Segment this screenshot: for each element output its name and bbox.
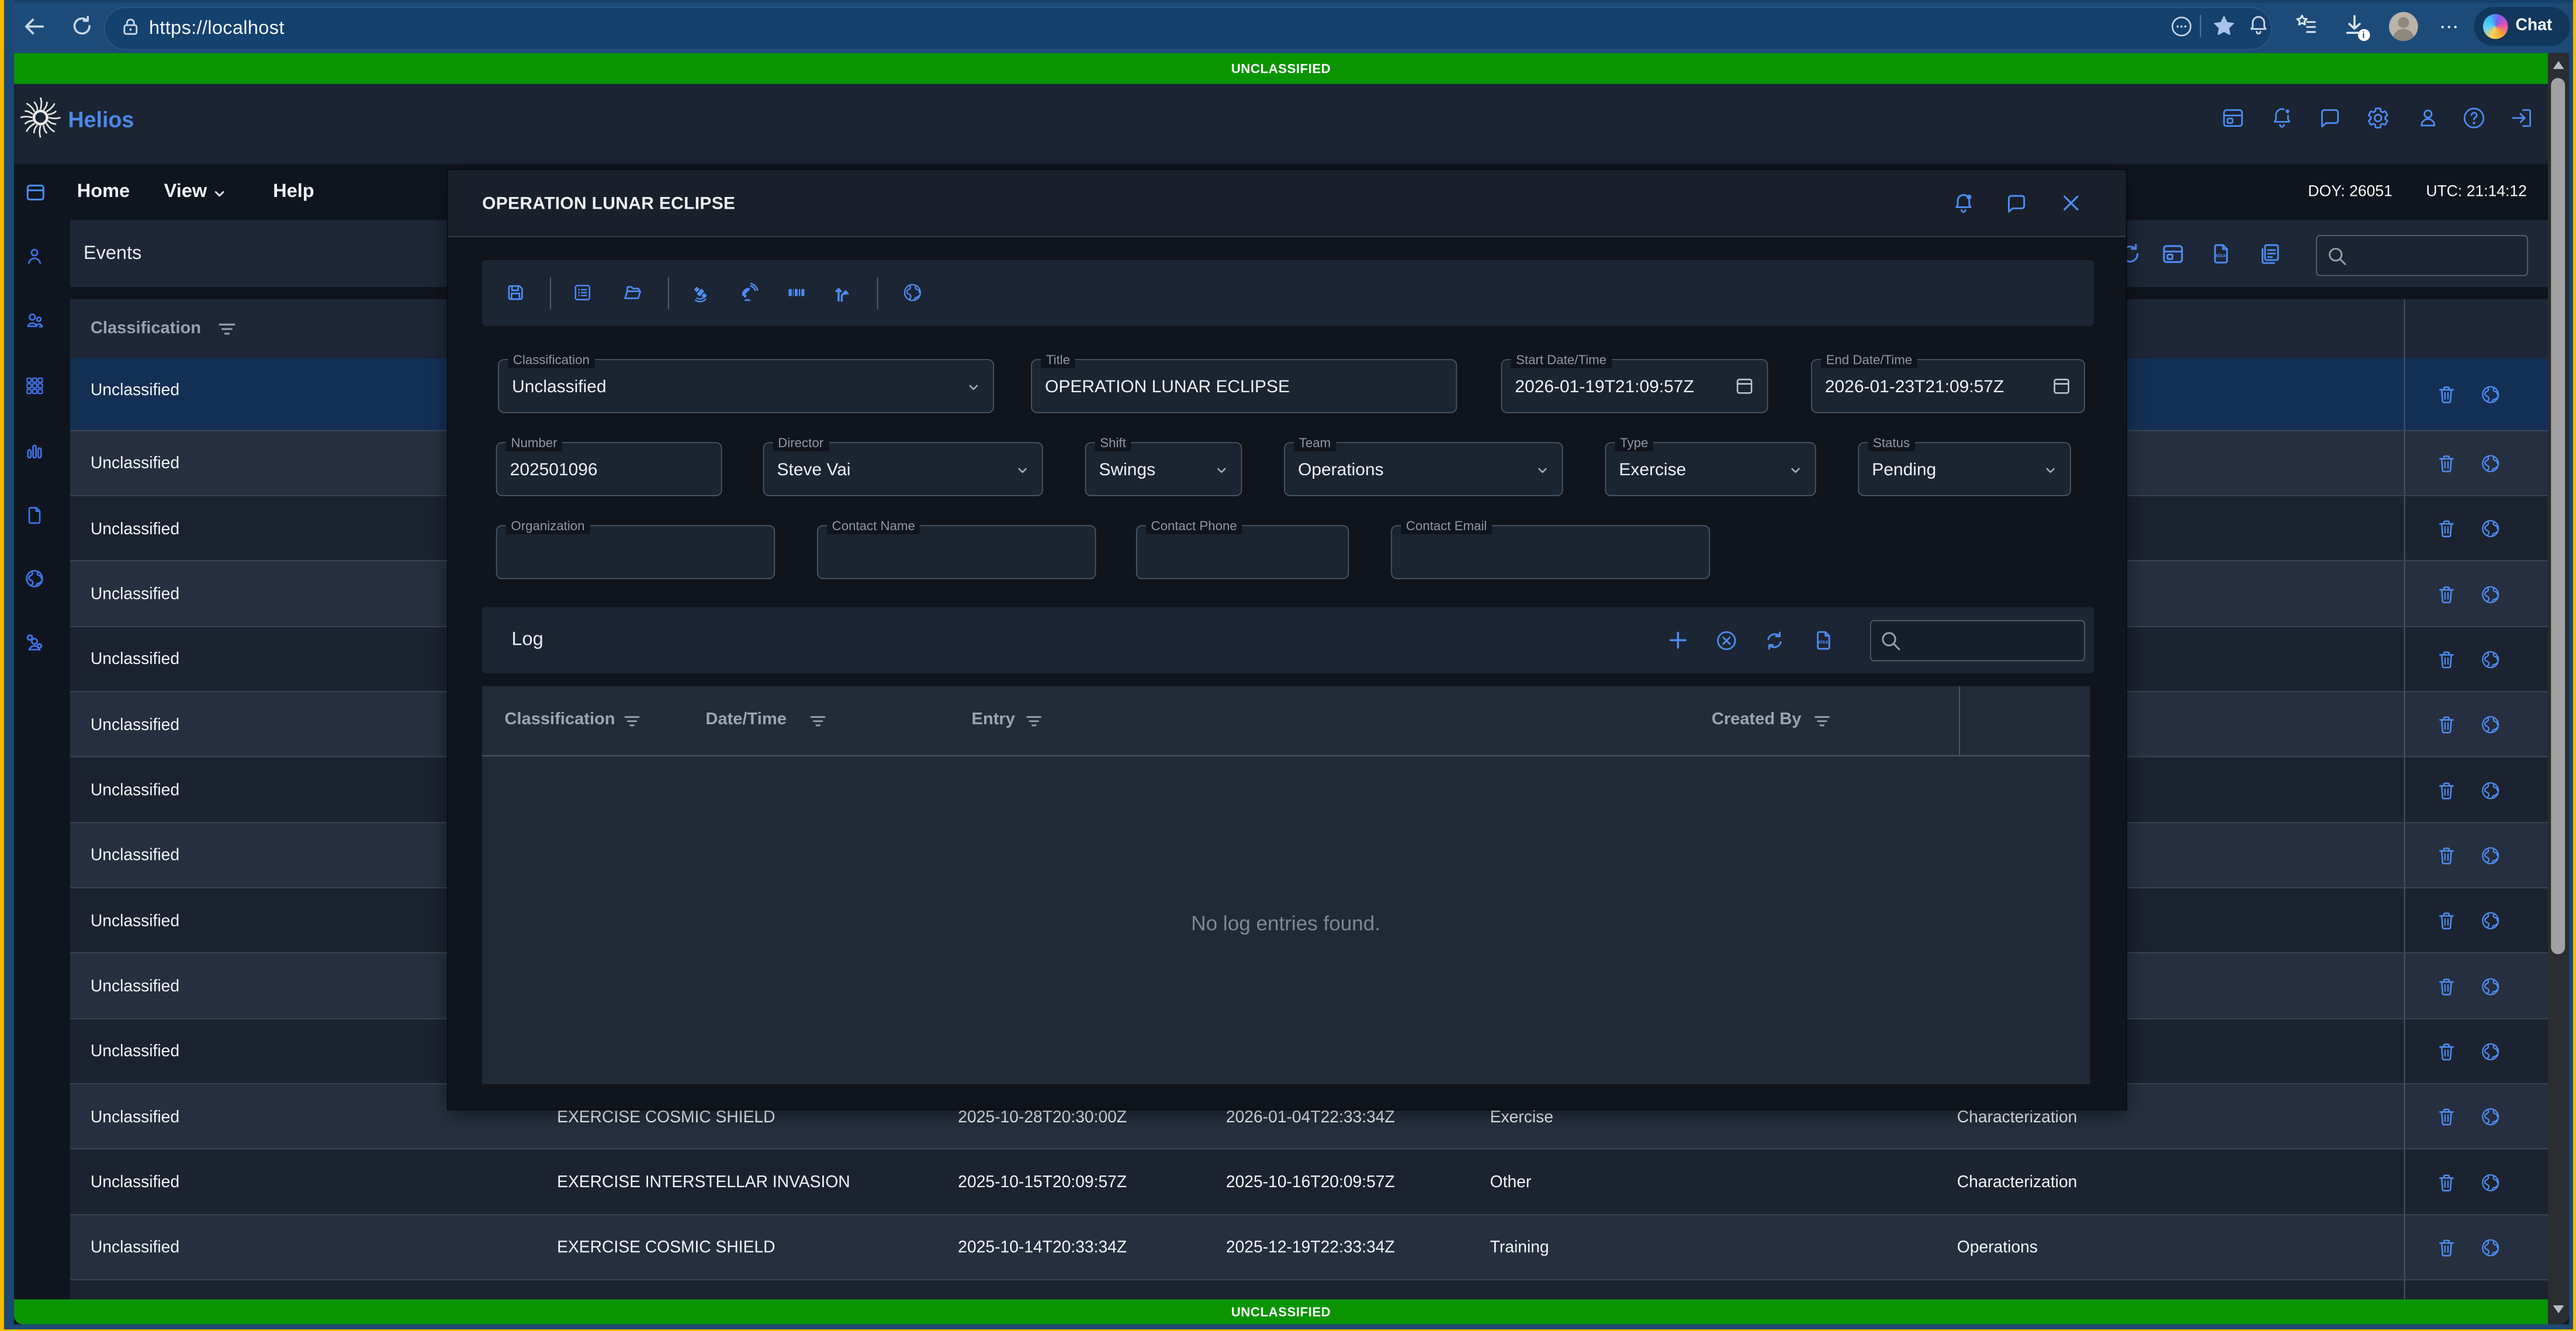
svg-text:xlsx: xlsx: [2214, 252, 2225, 258]
svg-text:xlsx: xlsx: [1817, 638, 1829, 644]
